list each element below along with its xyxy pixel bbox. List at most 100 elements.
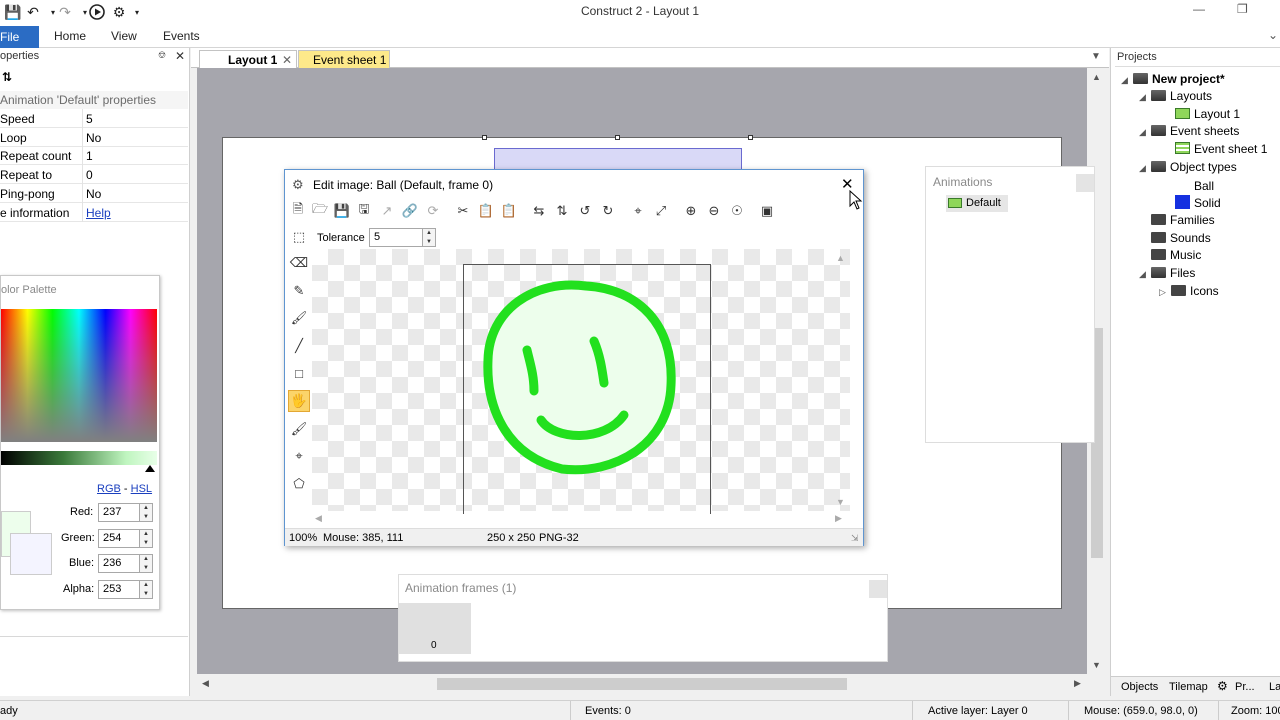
- tree-item-music[interactable]: Music: [1151, 248, 1201, 262]
- alpha-spinner[interactable]: ▲ ▼: [139, 580, 153, 599]
- green-spinner[interactable]: ▲ ▼: [139, 529, 153, 548]
- property-row-repeat-to[interactable]: Repeat to 0: [0, 165, 188, 184]
- rectangle-select-icon[interactable]: ⬚: [288, 226, 310, 248]
- close-icon[interactable]: ✕: [175, 49, 185, 63]
- image-canvas[interactable]: ▲ ▼: [312, 249, 850, 514]
- save-icon[interactable]: 💾: [332, 201, 352, 221]
- scroll-thumb[interactable]: [437, 678, 847, 690]
- chevron-down-icon[interactable]: ◢: [1121, 75, 1133, 86]
- red-input[interactable]: 237: [98, 503, 144, 522]
- selection-handle[interactable]: [748, 135, 753, 140]
- property-row-speed[interactable]: Speed 5: [0, 109, 188, 128]
- zoom-reset-icon[interactable]: ☉: [727, 201, 747, 221]
- canvas-scroll-right-icon[interactable]: ▶: [835, 513, 842, 524]
- ribbon-expand-icon[interactable]: ⌄: [1268, 28, 1278, 42]
- property-value[interactable]: No: [86, 187, 101, 201]
- tree-item-solid[interactable]: Solid: [1175, 195, 1221, 210]
- frame-thumbnail[interactable]: 0: [399, 603, 471, 654]
- blue-input[interactable]: 236: [98, 554, 144, 573]
- canvas-scroll-left-icon[interactable]: ◀: [315, 513, 322, 524]
- property-value[interactable]: 5: [86, 112, 93, 126]
- zoom-out-icon[interactable]: ⊖: [704, 201, 724, 221]
- crop-icon[interactable]: ⌖: [628, 201, 648, 221]
- tree-item-sounds[interactable]: Sounds: [1151, 231, 1211, 245]
- rotate-left-icon[interactable]: ↺: [575, 201, 595, 221]
- scroll-down-icon[interactable]: ▼: [1092, 660, 1101, 670]
- tabs-dropdown-icon[interactable]: ▼: [1091, 51, 1101, 62]
- tab-events[interactable]: Events: [163, 29, 200, 43]
- origin-point-icon[interactable]: ⌖: [288, 445, 310, 467]
- resize-icon[interactable]: ⤢: [651, 201, 671, 221]
- line-icon[interactable]: ╱: [288, 335, 310, 357]
- color-spectrum[interactable]: [1, 309, 157, 442]
- tree-item-object-types[interactable]: ◢ Object types: [1139, 160, 1237, 174]
- chevron-down-icon[interactable]: ◢: [1139, 92, 1151, 103]
- tree-item-families[interactable]: Families: [1151, 213, 1215, 227]
- selection-handle[interactable]: [482, 135, 487, 140]
- image-frame[interactable]: [463, 264, 711, 514]
- image-properties-icon[interactable]: ▣: [757, 201, 777, 221]
- property-row-ping-pong[interactable]: Ping-pong No: [0, 184, 188, 203]
- brush-icon[interactable]: 🖌: [288, 307, 310, 329]
- tolerance-input[interactable]: 5: [369, 228, 423, 247]
- red-spinner[interactable]: ▲ ▼: [139, 503, 153, 522]
- tab-layers[interactable]: La: [1269, 681, 1280, 693]
- frames-scroll-button[interactable]: [869, 580, 887, 598]
- refresh-icon[interactable]: ⟳: [423, 201, 443, 221]
- selection-handle[interactable]: [615, 135, 620, 140]
- mirror-icon[interactable]: ⇆: [529, 201, 549, 221]
- hsl-link[interactable]: HSL: [131, 483, 152, 495]
- maximize-button[interactable]: ❐: [1237, 2, 1248, 16]
- tab-event-sheet-1[interactable]: Event sheet 1: [298, 50, 390, 68]
- copy-icon[interactable]: 📋: [476, 201, 496, 221]
- tree-item-ball[interactable]: Ball: [1175, 178, 1214, 193]
- rectangle-icon[interactable]: □: [288, 362, 310, 384]
- rotate-right-icon[interactable]: ↻: [598, 201, 618, 221]
- chevron-down-icon[interactable]: ◢: [1139, 269, 1151, 280]
- link-icon[interactable]: 🔗: [400, 201, 420, 221]
- property-row-loop[interactable]: Loop No: [0, 128, 188, 147]
- resize-grip-icon[interactable]: ⇲: [851, 533, 859, 544]
- minimize-button[interactable]: —: [1193, 2, 1205, 16]
- blue-spinner[interactable]: ▲ ▼: [139, 554, 153, 573]
- green-input[interactable]: 254: [98, 529, 144, 548]
- sort-az-icon[interactable]: ⇅: [2, 70, 12, 84]
- tolerance-spinner[interactable]: ▲ ▼: [422, 228, 436, 247]
- cut-icon[interactable]: ✂: [453, 201, 473, 221]
- scroll-up-icon[interactable]: ▲: [1092, 72, 1101, 82]
- property-row-repeat-count[interactable]: Repeat count 1: [0, 146, 188, 165]
- paste-icon[interactable]: 📋: [499, 201, 519, 221]
- tree-item-icons[interactable]: ▷ Icons: [1159, 284, 1219, 298]
- property-value[interactable]: No: [86, 131, 101, 145]
- tree-root[interactable]: ◢ New project*: [1121, 72, 1225, 86]
- help-link[interactable]: Help: [86, 206, 111, 220]
- canvas-scroll-down-icon[interactable]: ▼: [836, 497, 845, 507]
- scroll-right-icon[interactable]: ▶: [1074, 678, 1081, 689]
- alpha-input[interactable]: 253: [98, 580, 144, 599]
- rgb-link[interactable]: RGB: [97, 483, 121, 495]
- collision-polygon-icon[interactable]: ⬠: [288, 473, 310, 495]
- chevron-down-icon[interactable]: ◢: [1139, 127, 1151, 138]
- eraser-icon[interactable]: ⌫: [288, 252, 310, 274]
- tree-item-event-sheet-1[interactable]: Event sheet 1: [1175, 142, 1267, 156]
- pencil-icon[interactable]: ✎: [288, 280, 310, 302]
- color-picker-icon[interactable]: 🖌: [288, 418, 310, 440]
- canvas-scroll-up-icon[interactable]: ▲: [836, 253, 845, 263]
- property-value[interactable]: 1: [86, 149, 93, 163]
- chevron-right-icon[interactable]: ▷: [1159, 287, 1171, 298]
- flip-icon[interactable]: ⇅: [552, 201, 572, 221]
- tab-objects[interactable]: Objects: [1121, 681, 1158, 693]
- chevron-down-icon[interactable]: ◢: [1139, 163, 1151, 174]
- close-icon[interactable]: ✕: [282, 53, 292, 67]
- luminance-slider[interactable]: [1, 451, 157, 465]
- save-as-icon[interactable]: 🖫: [354, 201, 374, 221]
- fill-bucket-icon[interactable]: 🖐: [288, 390, 310, 412]
- export-icon[interactable]: ↗: [377, 201, 397, 221]
- tree-item-files[interactable]: ◢ Files: [1139, 266, 1195, 280]
- tab-tilemap[interactable]: Tilemap: [1169, 681, 1208, 693]
- animations-scroll-button[interactable]: [1076, 174, 1094, 192]
- scroll-left-icon[interactable]: ◀: [202, 678, 209, 689]
- tab-projects[interactable]: Pr...: [1235, 681, 1255, 693]
- open-folder-icon[interactable]: 🗁: [310, 201, 330, 221]
- tree-item-layout-1[interactable]: Layout 1: [1175, 107, 1240, 121]
